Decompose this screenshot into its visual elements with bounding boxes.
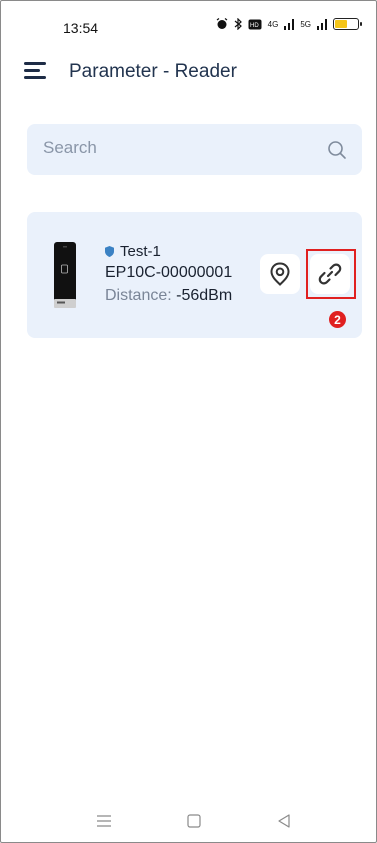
link-icon [318,263,342,285]
shield-icon [105,246,114,257]
location-button[interactable] [260,254,300,294]
alarm-icon [216,18,228,29]
status-bar: 13:54 HD 4G 5G [0,0,377,60]
battery-level [335,20,347,28]
reader-model: EP10C-00000001 [105,264,233,281]
reader-device-image [54,242,76,308]
svg-text:HD: HD [250,23,259,29]
distance-value: -56dBm [176,287,233,304]
reader-name-row: Test-1 [105,243,161,260]
network-b-label: 5G [300,19,311,29]
signal-icon [317,18,327,30]
battery-icon [333,18,362,30]
step-badge: 2 [329,311,346,328]
connect-link-button[interactable] [310,254,350,294]
system-nav-bar [0,800,377,840]
status-time: 13:54 [63,20,99,36]
app-header: Parameter - Reader [0,52,377,92]
distance-row: Distance: -56dBm [105,287,232,305]
back-icon[interactable] [274,812,294,830]
menu-icon[interactable] [24,62,46,80]
page-title: Parameter - Reader [69,61,237,82]
search-icon[interactable] [327,140,347,160]
status-icons: HD 4G 5G [216,18,362,30]
signal-icon [284,18,295,30]
search-bar[interactable] [27,124,362,175]
bluetooth-icon [234,18,242,30]
reader-card[interactable]: Test-1 EP10C-00000001 Distance: -56dBm 2 [27,212,362,338]
hd-icon: HD [248,19,262,29]
recent-apps-icon[interactable] [94,812,114,830]
reader-name: Test-1 [120,243,161,260]
search-input[interactable] [43,138,303,158]
location-pin-icon [270,262,290,286]
network-a-label: 4G [267,19,279,29]
home-icon[interactable] [184,812,204,830]
distance-label: Distance: [105,287,172,304]
